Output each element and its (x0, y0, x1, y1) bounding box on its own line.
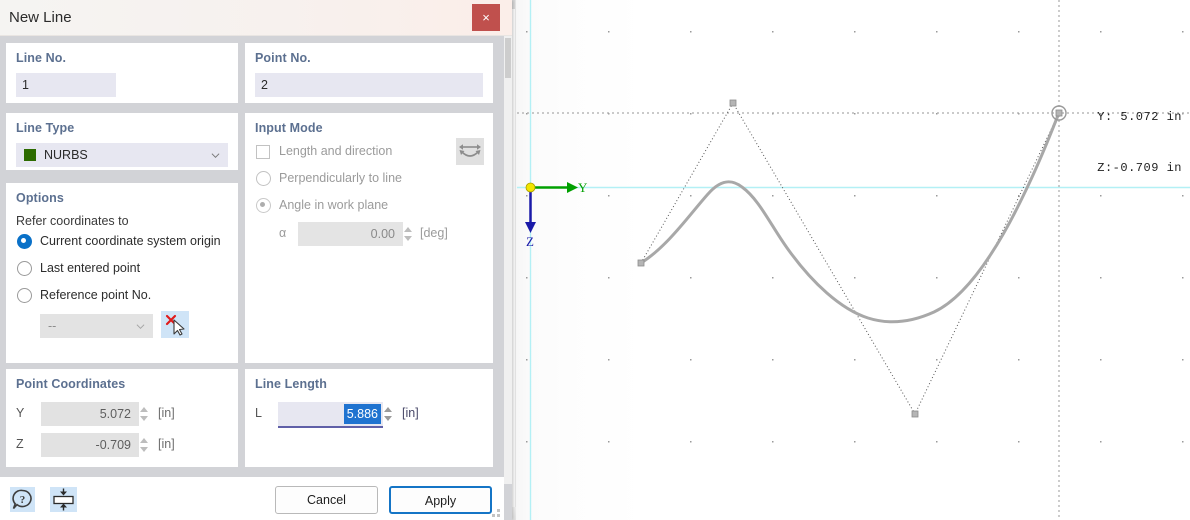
collapse-dialog-icon (53, 488, 74, 511)
swap-direction-icon (459, 144, 481, 157)
options-title: Options (16, 191, 64, 205)
control-point-3[interactable] (911, 410, 919, 418)
line-length-title: Line Length (255, 377, 327, 391)
point-no-input[interactable] (255, 73, 483, 97)
coord-y-input[interactable] (41, 402, 139, 426)
alpha-symbol-label: α (279, 226, 287, 240)
origin-marker (525, 182, 536, 193)
svg-text:?: ? (20, 494, 26, 506)
input-mode-title: Input Mode (255, 121, 323, 135)
line-no-title: Line No. (16, 51, 67, 65)
point-coordinates-title: Point Coordinates (16, 377, 126, 391)
line-length-input-wrap[interactable]: 5.886 (278, 402, 383, 428)
dialog-titlebar[interactable]: New Line × (0, 0, 512, 36)
help-button[interactable]: ? (10, 487, 35, 512)
panel-input-mode: Input Mode Length and direction Perpendi… (245, 113, 493, 363)
line-no-input[interactable] (16, 73, 116, 97)
control-point-1[interactable] (637, 259, 645, 267)
readout-z: Z:-0.709 in (1097, 161, 1182, 175)
radio-perpendicularly-to-line[interactable] (256, 171, 271, 186)
reference-point-combobox[interactable]: -- (40, 314, 153, 338)
resize-grip[interactable] (491, 508, 501, 518)
checkbox-length-and-direction[interactable] (256, 145, 270, 159)
alpha-spinner[interactable] (403, 222, 414, 246)
coordinate-readout: Y: 5.072 in Z:-0.709 in (1097, 75, 1182, 211)
line-length-input[interactable]: 5.886 (343, 404, 381, 424)
cancel-button[interactable]: Cancel (275, 486, 378, 514)
line-type-combobox[interactable]: NURBS (16, 143, 228, 167)
radio-label-perpendicularly-to-line: Perpendicularly to line (279, 171, 402, 185)
radio-label-last-entered-point: Last entered point (40, 261, 141, 275)
radio-current-coordinate-system-origin[interactable] (17, 234, 32, 249)
chevron-down-icon (211, 153, 220, 159)
panel-point-no: Point No. (245, 43, 493, 103)
coord-y-label: Y (16, 406, 25, 420)
coord-z-input[interactable] (41, 433, 139, 457)
refer-coordinates-label: Refer coordinates to (16, 214, 129, 228)
radio-angle-in-work-plane[interactable] (256, 198, 271, 213)
collapse-dialog-button[interactable] (50, 487, 77, 512)
close-button[interactable]: × (472, 4, 500, 31)
readout-y: Y: 5.072 in (1097, 110, 1182, 124)
panel-options: Options Refer coordinates to Current coo… (6, 183, 238, 363)
line-type-title: Line Type (16, 121, 75, 135)
coord-y-unit: [in] (158, 406, 175, 420)
dialog-body: Line No. Point No. Line Type NURBS (0, 36, 504, 477)
control-point-4[interactable] (1055, 109, 1063, 117)
axis-z-label: Z (526, 234, 534, 249)
point-no-title: Point No. (255, 51, 311, 65)
panel-line-length: Line Length L 5.886 [in] (245, 369, 493, 467)
coord-z-spinner[interactable] (139, 433, 150, 457)
help-icon: ? (12, 489, 32, 510)
radio-reference-point-no[interactable] (17, 288, 32, 303)
panel-line-type: Line Type NURBS (6, 113, 238, 170)
coord-y-spinner[interactable] (139, 402, 150, 426)
coord-z-unit: [in] (158, 437, 175, 451)
pick-point-button[interactable] (161, 311, 189, 338)
control-point-2[interactable] (729, 99, 737, 107)
chevron-down-icon (136, 324, 145, 330)
radio-last-entered-point[interactable] (17, 261, 32, 276)
line-length-label: L (255, 406, 262, 420)
panel-point-coordinates: Point Coordinates Y [in] Z [in] (6, 369, 238, 467)
line-type-value: NURBS (44, 148, 88, 162)
coord-z-label: Z (16, 437, 24, 451)
axis-y-label: Y (578, 180, 588, 195)
pick-point-icon (165, 314, 185, 336)
dialog-footer: ? Cancel Apply (0, 477, 504, 520)
alpha-input[interactable] (298, 222, 403, 246)
apply-button[interactable]: Apply (389, 486, 492, 514)
viewport-canvas: Y Z (517, 0, 1190, 520)
model-viewport[interactable]: Y Z Y: 5.072 in Z:-0.709 in (505, 0, 1190, 520)
radio-label-current-origin: Current coordinate system origin (40, 234, 221, 248)
new-line-dialog: New Line × Line No. Point No. Line Type (0, 0, 512, 520)
checkbox-label-length-and-direction: Length and direction (279, 144, 393, 158)
panel-empty-placeholder (128, 43, 238, 103)
swap-direction-button[interactable] (456, 138, 484, 165)
dialog-scrollbar[interactable] (504, 36, 512, 484)
grid-dots (517, 0, 1190, 520)
line-type-color-swatch (24, 149, 36, 161)
application-window: Y Z Y: 5.072 in Z:-0.709 in New Line × L… (0, 0, 1190, 520)
radio-label-reference-point-no: Reference point No. (40, 288, 152, 302)
reference-point-value: -- (48, 319, 57, 333)
radio-label-angle-in-work-plane: Angle in work plane (279, 198, 389, 212)
dialog-title: New Line (9, 9, 72, 26)
line-length-unit: [in] (402, 406, 419, 420)
alpha-unit-label: [deg] (420, 226, 448, 240)
dialog-scrollbar-thumb[interactable] (505, 38, 511, 78)
line-length-spinner[interactable] (383, 402, 394, 426)
